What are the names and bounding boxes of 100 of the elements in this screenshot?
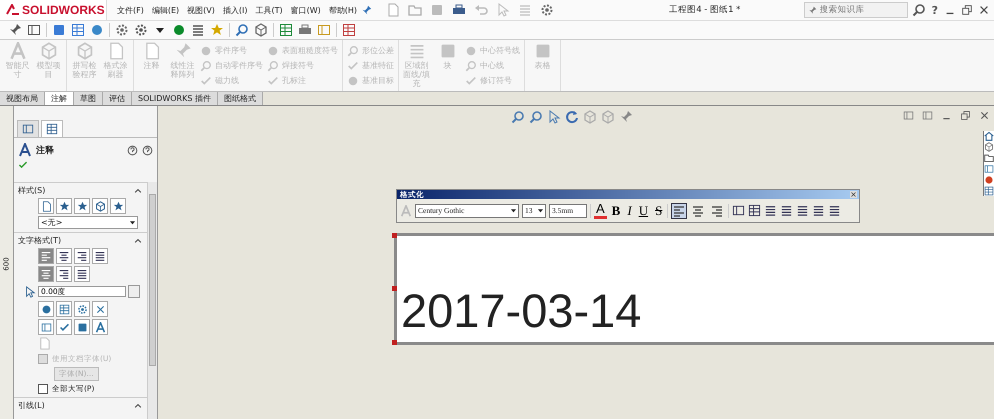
menu-item[interactable]: 帮助(H)	[324, 4, 362, 16]
restore-icon[interactable]	[960, 110, 971, 121]
folder-icon[interactable]	[984, 153, 994, 163]
align-button[interactable]	[56, 248, 72, 264]
cube-icon[interactable]	[984, 142, 994, 152]
insert-button[interactable]	[56, 301, 72, 317]
spreadsheet-icon[interactable]	[279, 23, 293, 37]
letter-icon	[18, 143, 32, 157]
selection-handle[interactable]	[392, 340, 397, 345]
magnifier-icon[interactable]	[529, 110, 543, 124]
text-style-button[interactable]: A	[594, 202, 607, 219]
note-text[interactable]: 2017-03-14	[401, 286, 642, 336]
selection-handle[interactable]	[392, 286, 397, 291]
text-style-button[interactable]: I	[625, 204, 634, 218]
ribbon-tab[interactable]: 评估	[103, 92, 132, 105]
align-button[interactable]	[671, 202, 688, 218]
style-button[interactable]	[92, 198, 108, 214]
menu-item[interactable]: 窗口(W)	[286, 4, 325, 16]
text-style-button[interactable]: B	[610, 204, 622, 218]
align-lines-icon	[40, 250, 52, 262]
indent-icon[interactable]	[796, 204, 810, 217]
command-icon	[465, 44, 477, 56]
ribbon-tab[interactable]: 视图布局	[0, 92, 45, 105]
search-field[interactable]: 搜索知识库	[804, 2, 908, 18]
text-style-button[interactable]: U	[636, 204, 650, 218]
panel-title: 注释	[36, 144, 55, 156]
bullets-icon[interactable]	[764, 204, 778, 217]
insert-button[interactable]	[92, 319, 108, 335]
section-title: 引线(L)	[18, 400, 45, 411]
insert-button[interactable]	[92, 301, 108, 317]
square-icon	[76, 322, 88, 332]
insert-button[interactable]	[38, 301, 54, 317]
insert-button[interactable]	[56, 319, 72, 335]
gear-icon[interactable]	[115, 23, 129, 37]
style-button[interactable]	[56, 198, 72, 214]
menu-item[interactable]: 文件(F)	[113, 4, 148, 16]
table-icon	[58, 304, 70, 314]
ribbon-tab[interactable]: 注解	[45, 92, 74, 105]
ribbon-tab[interactable]: SOLIDWORKS 插件	[132, 92, 218, 105]
printer-icon[interactable]	[298, 23, 312, 37]
menu-item[interactable]: 插入(I)	[218, 4, 252, 16]
align-lines-icon	[76, 268, 88, 280]
ribbon-tab[interactable]: 图纸格式	[218, 92, 263, 105]
style-button[interactable]	[74, 198, 90, 214]
grid-icon[interactable]	[748, 204, 762, 217]
insert-button[interactable]	[74, 319, 90, 335]
align-lines-icon	[94, 250, 106, 262]
rotate-icon[interactable]	[565, 110, 579, 124]
panel-tab[interactable]	[41, 120, 63, 137]
gear-icon[interactable]	[134, 23, 148, 37]
panel-tab[interactable]	[17, 120, 39, 137]
help-icon[interactable]	[127, 144, 138, 156]
help-button[interactable]: ?	[926, 4, 944, 16]
home-icon[interactable]	[984, 131, 994, 141]
close-icon[interactable]	[850, 191, 857, 198]
align-button[interactable]	[92, 248, 108, 264]
panel-icon	[40, 322, 52, 332]
style-button[interactable]	[38, 198, 54, 214]
command-icon	[347, 60, 359, 72]
vertical-align-button[interactable]	[56, 266, 72, 282]
menu-item[interactable]: 工具(T)	[251, 4, 287, 16]
restore-icon[interactable]	[961, 4, 973, 16]
cube-icon	[94, 200, 106, 212]
insert-button[interactable]	[74, 301, 90, 317]
command-icon	[465, 60, 477, 72]
align-button[interactable]	[74, 248, 90, 264]
close-icon[interactable]	[979, 110, 990, 121]
magnifier-icon[interactable]	[235, 23, 249, 37]
command-icon	[200, 60, 212, 72]
vertical-align-button[interactable]	[74, 266, 90, 282]
text-style-button[interactable]: S	[653, 204, 664, 218]
ok-check-icon[interactable]	[18, 160, 28, 170]
panel-icon[interactable]	[922, 110, 933, 121]
panel-icon[interactable]	[903, 110, 914, 121]
align-lines-icon	[76, 250, 88, 262]
menu-item[interactable]: 视图(V)	[183, 4, 219, 16]
selection-handle[interactable]	[392, 233, 397, 238]
bars-icon[interactable]	[191, 23, 205, 37]
command-icon	[267, 60, 279, 72]
insert-button[interactable]	[38, 319, 54, 335]
list-icon[interactable]	[984, 186, 994, 196]
scrollbar[interactable]	[147, 182, 157, 419]
gear-icon[interactable]	[540, 3, 554, 17]
line-spacing-icon[interactable]	[828, 204, 842, 217]
close-icon[interactable]	[978, 4, 990, 16]
menu-item[interactable]: 编辑(E)	[148, 4, 184, 16]
outdent-icon[interactable]	[812, 204, 826, 217]
style-button[interactable]	[110, 198, 126, 214]
help-icon[interactable]	[142, 144, 153, 156]
frame-icon[interactable]	[732, 204, 746, 217]
printer-icon[interactable]	[452, 3, 466, 17]
search-icon[interactable]	[912, 3, 926, 17]
magnifier-icon[interactable]	[511, 110, 525, 124]
style-dropdown[interactable]: <无>	[38, 216, 138, 229]
check-icon	[58, 322, 70, 332]
numbering-icon[interactable]	[780, 204, 794, 217]
pin-icon[interactable]	[361, 4, 372, 16]
close-icon	[94, 304, 106, 314]
ribbon-tab[interactable]: 草图	[74, 92, 103, 105]
search-input[interactable]: 搜索知识库	[820, 5, 900, 15]
